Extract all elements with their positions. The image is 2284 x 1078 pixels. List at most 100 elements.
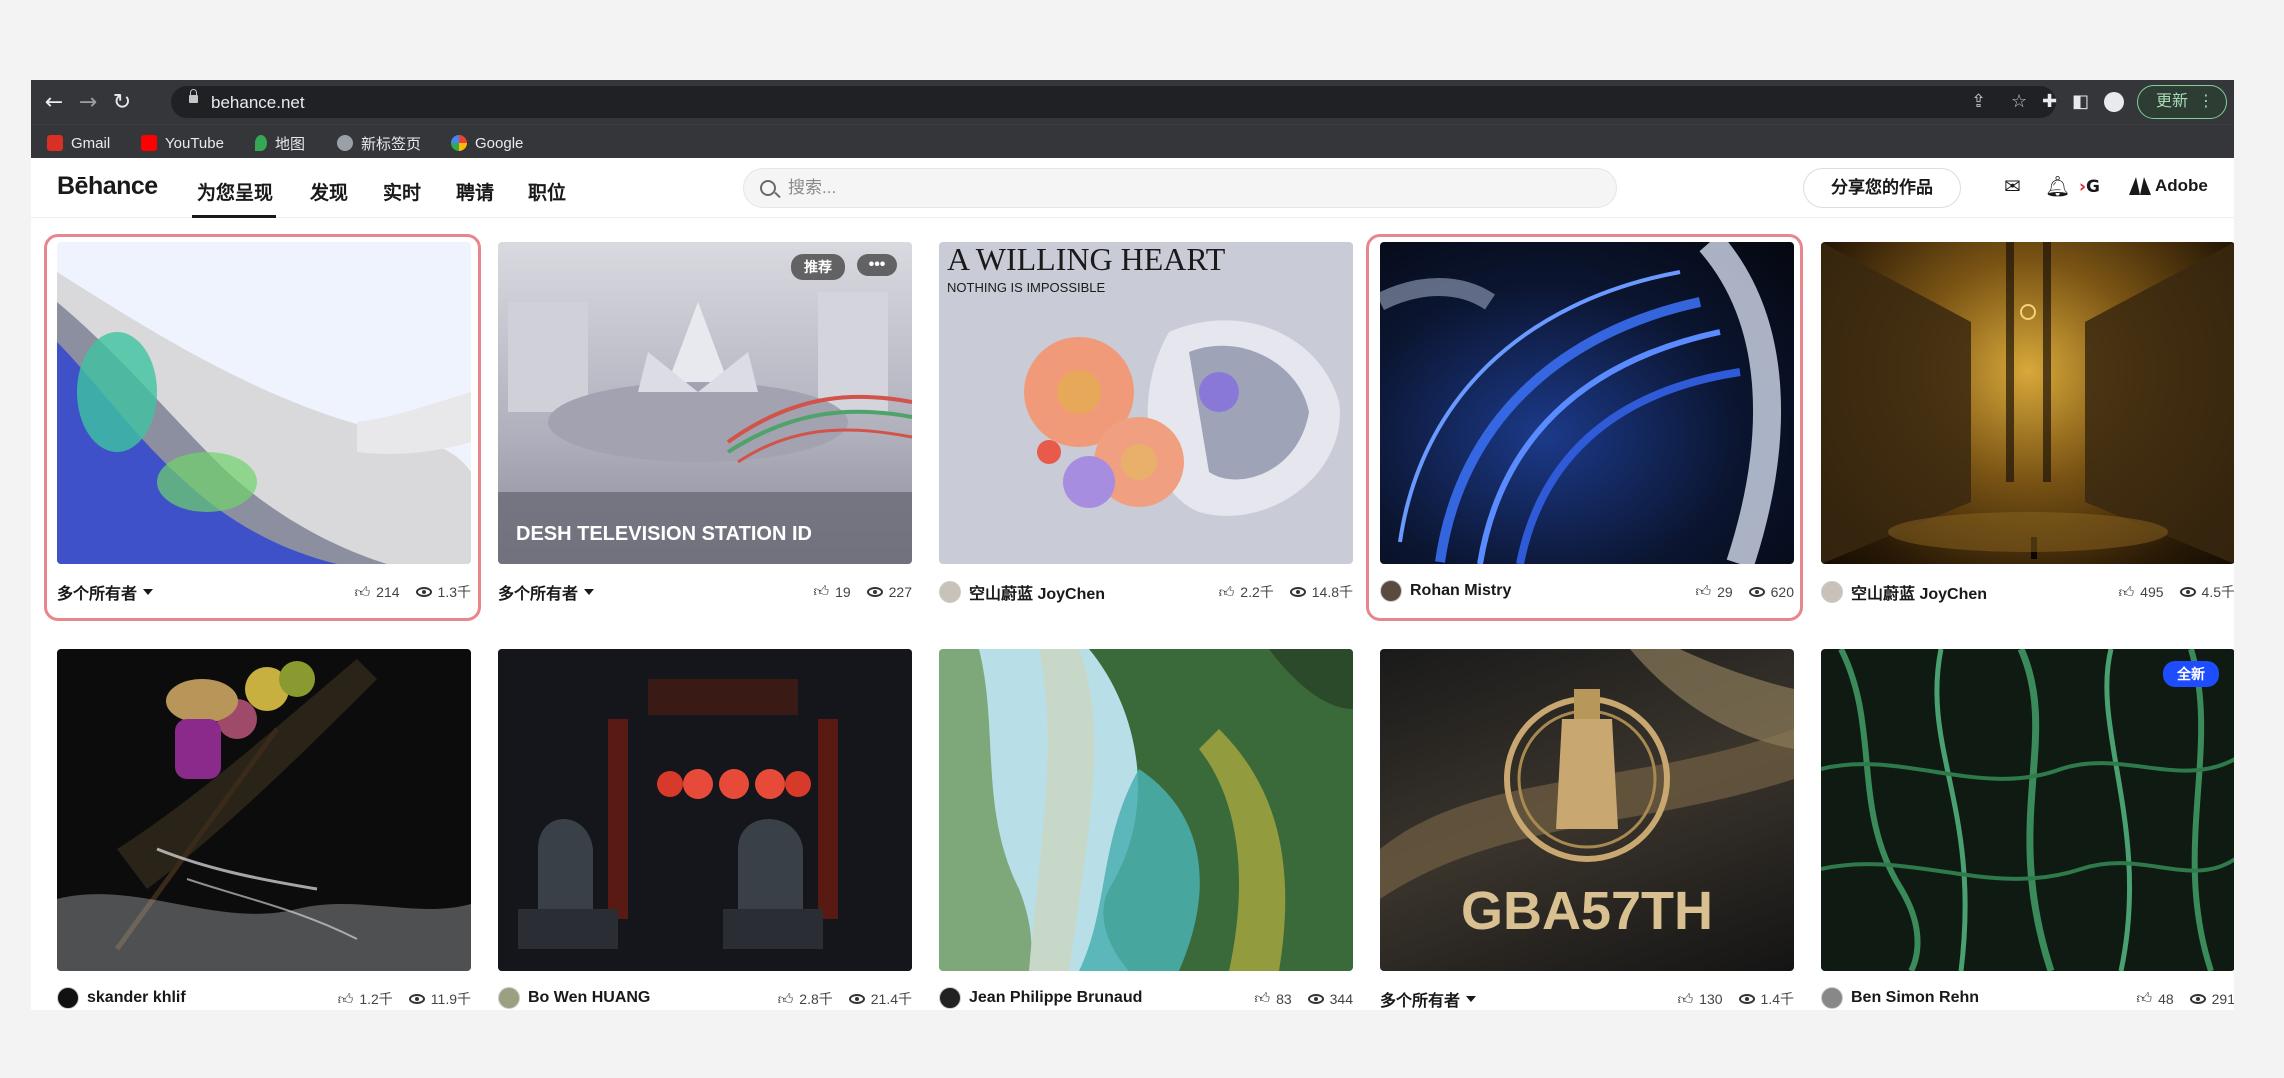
project-thumbnail[interactable]: GBA57TH (1380, 649, 1794, 971)
avatar (939, 581, 961, 603)
search-bar[interactable] (743, 168, 1617, 208)
owner-dropdown[interactable]: 多个所有者 (498, 580, 595, 604)
gba-trophy-image: GBA57TH (1380, 649, 1794, 941)
more-options-button[interactable]: ••• (857, 254, 897, 276)
owner-link[interactable]: 空山蔚蓝 JoyChen (1821, 580, 1987, 604)
like-count: 2.2千 (1240, 584, 1274, 600)
search-input[interactable] (788, 177, 1588, 199)
side-panel-icon[interactable]: ◧ (2072, 90, 2089, 114)
google-icon (451, 135, 467, 151)
owner-dropdown[interactable]: 多个所有者 (57, 580, 154, 604)
owner-link[interactable]: Jean Philippe Brunaud (939, 987, 1142, 1009)
owner-link[interactable]: 空山蔚蓝 JoyChen (939, 580, 1105, 604)
project-thumbnail[interactable] (1380, 242, 1794, 564)
featured-badge: 推荐 (791, 254, 845, 280)
extensions-icon[interactable]: ✚ (2042, 90, 2057, 114)
tab-discover[interactable]: 发现 (310, 178, 348, 205)
like-count: 83 (1276, 990, 1292, 1007)
maps-pin-icon (255, 135, 267, 151)
browser-window: ← → ↻ behance.net ⇪ ☆ ✚ ◧ 更新 ⋮ Gmail You… (31, 80, 2234, 1010)
owner-link[interactable]: Ben Simon Rehn (1821, 987, 1979, 1009)
view-icon (2179, 587, 2196, 597)
like-icon: 👍︎ (813, 582, 830, 600)
bookmark-new-tab[interactable]: 新标签页 (337, 133, 421, 153)
share-work-button[interactable]: 分享您的作品 (1803, 168, 1961, 208)
flower-poster-image: A WILLING HEART NOTHING IS IMPOSSIBLE (947, 242, 1340, 516)
youtube-icon (141, 135, 157, 151)
owner-link[interactable]: Bo Wen HUANG (498, 987, 650, 1009)
adobe-link[interactable]: Adobe (2129, 176, 2208, 196)
address-bar[interactable]: behance.net ⇪ ☆ (171, 86, 2056, 118)
tab-hire[interactable]: 聘请 (456, 178, 494, 205)
project-stats: 👍︎ 2.8千 21.4千 (778, 989, 912, 1009)
update-button[interactable]: 更新 ⋮ (2137, 85, 2227, 119)
mail-icon[interactable]: ✉ (2004, 174, 2021, 198)
caret-down-icon (1466, 996, 1477, 1002)
like-icon: 👍︎ (2136, 989, 2153, 1007)
share-page-icon[interactable]: ⇪ (1971, 92, 1986, 112)
view-icon (848, 994, 865, 1004)
tab-live[interactable]: 实时 (383, 178, 421, 205)
gmail-icon (47, 135, 63, 151)
reload-icon[interactable]: ↻ (109, 90, 135, 116)
like-icon: 👍︎ (1695, 582, 1712, 600)
owner-link[interactable]: skander khlif (57, 987, 186, 1009)
caret-down-icon (584, 589, 595, 595)
project-stats: 👍︎ 2.2千 14.8千 (1219, 582, 1353, 602)
behance-adobe-icon[interactable]: ›G (2079, 175, 2100, 199)
back-icon[interactable]: ← (41, 90, 67, 116)
bookmark-star-icon[interactable]: ☆ (2011, 92, 2027, 112)
tab-for-you[interactable]: 为您呈现 (197, 178, 273, 205)
project-thumbnail[interactable] (57, 649, 471, 971)
like-icon: 👍︎ (1677, 989, 1694, 1008)
project-stats: 👍︎ 29 620 (1695, 582, 1794, 601)
view-count: 227 (888, 583, 912, 600)
like-count: 29 (1717, 583, 1733, 600)
golden-corridor-image (1821, 242, 2234, 564)
tab-jobs[interactable]: 职位 (528, 178, 566, 205)
project-thumbnail[interactable] (1821, 242, 2234, 564)
view-count: 1.3千 (437, 584, 471, 600)
profile-icon[interactable] (2104, 92, 2124, 112)
caret-down-icon (143, 589, 154, 595)
url-text[interactable]: behance.net (211, 93, 305, 113)
bookmark-gmail[interactable]: Gmail (47, 133, 110, 153)
site-header: Bēhance 为您呈现 发现 实时 聘请 职位 分享您的作品 ✉ 🔔︎ ›G … (31, 158, 2234, 218)
project-thumbnail[interactable]: A WILLING HEART NOTHING IS IMPOSSIBLE (939, 242, 1353, 564)
bookmark-maps[interactable]: 地图 (255, 133, 305, 153)
behance-logo[interactable]: Bēhance (57, 172, 158, 201)
like-icon: 👍︎ (777, 989, 794, 1008)
bookmark-google[interactable]: Google (451, 133, 523, 153)
like-icon: 👍︎ (1254, 989, 1271, 1007)
project-thumbnail[interactable] (939, 649, 1353, 971)
avatar (57, 987, 79, 1009)
owner-name: Jean Philippe Brunaud (969, 989, 1143, 1006)
owner-name: 多个所有者 (57, 586, 138, 603)
globe-icon (337, 135, 353, 151)
project-meta: Rohan Mistry 👍︎ 29 620 (1380, 578, 1794, 602)
notification-bell-icon[interactable]: 🔔︎ (2045, 174, 2070, 198)
view-icon (415, 587, 432, 597)
project-meta: 空山蔚蓝 JoyChen 👍︎ 495 4.5千 (1821, 578, 2234, 604)
like-icon: 👍︎ (337, 989, 354, 1008)
project-thumbnail[interactable] (498, 649, 912, 971)
project-stats: 👍︎ 130 1.4千 (1677, 989, 1794, 1009)
browser-toolbar: ← → ↻ behance.net ⇪ ☆ ✚ ◧ 更新 ⋮ (31, 80, 2234, 124)
avatar (939, 987, 961, 1009)
like-count: 130 (1699, 991, 1723, 1007)
project-thumbnail[interactable]: DESH TELEVISION STATION ID 推荐 ••• (498, 242, 912, 564)
forward-icon[interactable]: → (75, 90, 101, 116)
bookmark-youtube[interactable]: YouTube (141, 133, 224, 153)
project-meta: 多个所有者 👍︎ 19 227 (498, 578, 912, 604)
project-meta: 多个所有者 👍︎ 130 1.4千 (1380, 985, 1794, 1011)
view-count: 344 (1329, 990, 1353, 1007)
bookmark-label: YouTube (165, 134, 224, 152)
view-icon (1748, 586, 1765, 597)
owner-link[interactable]: Rohan Mistry (1380, 580, 1511, 602)
owner-dropdown[interactable]: 多个所有者 (1380, 987, 1477, 1010)
project-thumbnail[interactable]: 全新 (1821, 649, 2234, 971)
blue-fiber-image (1380, 242, 1782, 564)
project-thumbnail[interactable] (57, 242, 471, 564)
adobe-label: Adobe (2155, 176, 2208, 195)
owner-name: Rohan Mistry (1410, 582, 1512, 599)
